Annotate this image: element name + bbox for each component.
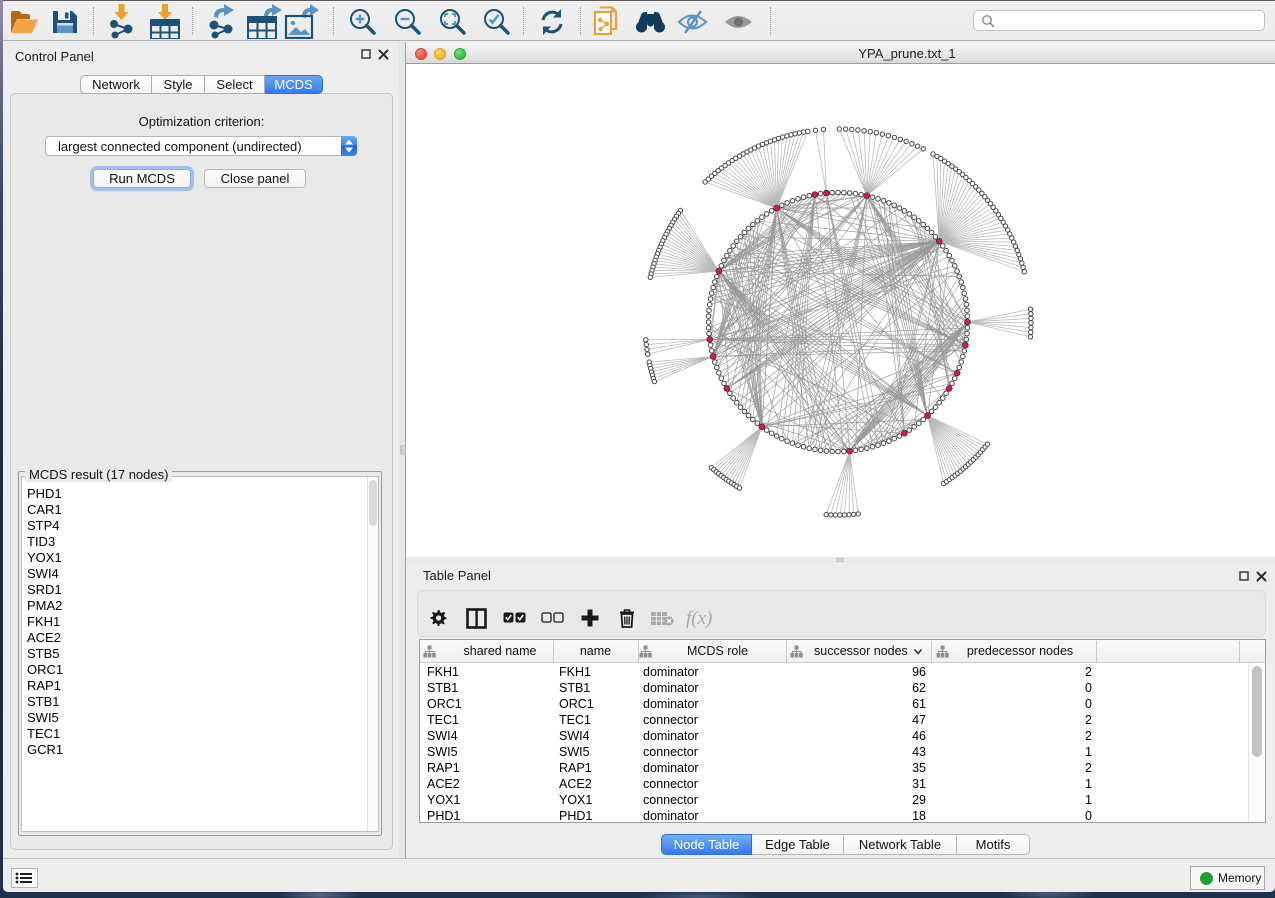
svg-text:f(x): f(x): [686, 608, 712, 629]
